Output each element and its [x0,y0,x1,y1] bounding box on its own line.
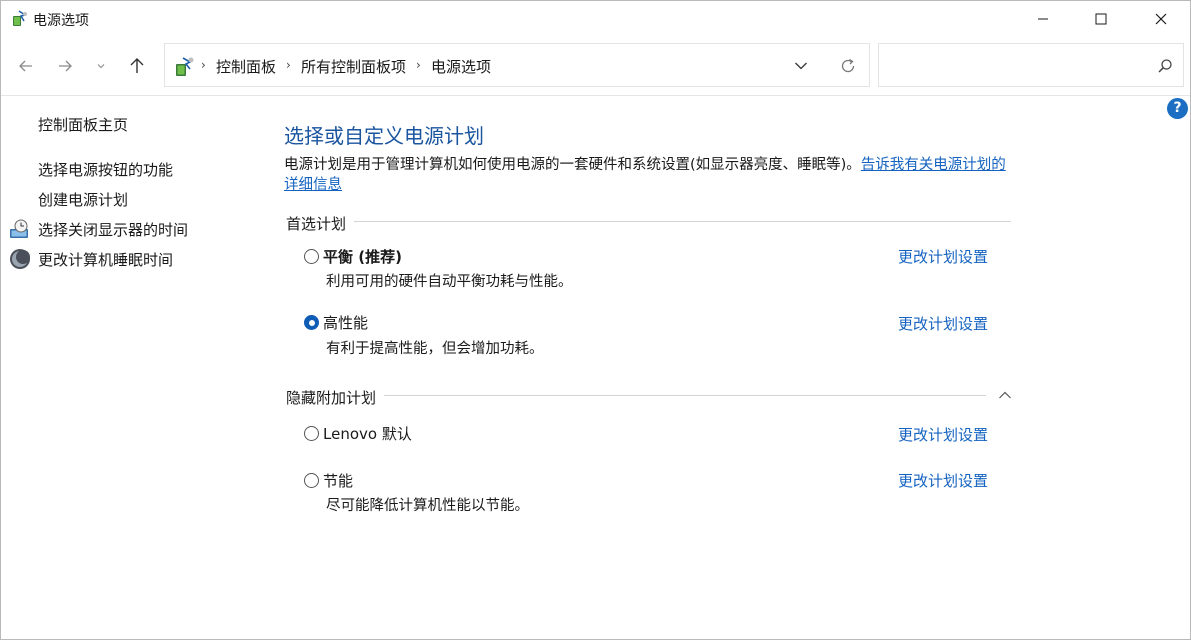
power-options-window: 电源选项 › 控制面板 › 所有控制面板项 › 电源选项 ? 控制面板主页 选择… [0,0,1191,640]
title-bar: 电源选项 [1,1,1190,37]
change-plan-settings-balanced[interactable]: 更改计划设置 [898,246,988,267]
change-plan-settings-power-saver[interactable]: 更改计划设置 [898,470,988,491]
moon-icon [10,249,30,269]
refresh-icon [841,58,855,73]
plan-description-power-saver: 尽可能降低计算机性能以节能。 [326,498,529,514]
sidebar-item-display-off[interactable]: 选择关闭显示器的时间 [38,219,188,240]
plan-name-lenovo-default[interactable]: Lenovo 默认 [323,423,412,444]
window-title: 电源选项 [33,13,89,29]
chevron-down-icon [795,62,807,70]
section-divider [286,221,1011,222]
breadcrumb-power-options[interactable]: 电源选项 [431,56,491,77]
breadcrumb-control-panel[interactable]: 控制面板 [216,56,276,77]
plan-description-high-performance: 有利于提高性能，但会增加功耗。 [326,341,544,357]
toolbar-divider [1,95,1190,96]
close-icon [1155,13,1167,25]
minimize-icon [1038,18,1048,20]
plan-radio-high-performance[interactable] [304,315,319,330]
hidden-plans-heading: 隐藏附加计划 [286,387,385,408]
arrow-right-icon [59,60,72,72]
search-icon [1158,59,1172,73]
control-panel-icon [176,57,194,76]
collapse-hidden-plans-button[interactable] [997,388,1013,402]
minimize-button[interactable] [1014,1,1072,37]
sidebar-item-power-buttons[interactable]: 选择电源按钮的功能 [38,159,173,180]
refresh-button[interactable] [837,55,859,77]
plan-name-power-saver[interactable]: 节能 [323,470,353,491]
plan-radio-power-saver[interactable] [304,473,319,488]
chevron-up-icon [999,391,1011,399]
sidebar-item-sleep-time[interactable]: 更改计算机睡眠时间 [38,249,173,270]
plan-radio-balanced[interactable] [304,249,319,264]
sidebar-item-create-plan[interactable]: 创建电源计划 [38,189,128,210]
maximize-button[interactable] [1072,1,1130,37]
recent-locations-button[interactable] [91,53,111,79]
page-title: 选择或自定义电源计划 [284,124,484,148]
address-bar[interactable]: › 控制面板 › 所有控制面板项 › 电源选项 [164,43,870,87]
power-options-icon [13,10,27,26]
address-history-button[interactable] [791,57,811,75]
navigation-bar: › 控制面板 › 所有控制面板项 › 电源选项 [1,41,1190,89]
section-divider [286,395,986,396]
change-plan-settings-lenovo-default[interactable]: 更改计划设置 [898,424,988,445]
arrow-left-icon [19,60,32,72]
sidebar-home-link[interactable]: 控制面板主页 [38,114,128,135]
back-button[interactable] [13,53,39,79]
display-clock-icon [10,219,28,238]
preferred-plans-heading: 首选计划 [286,213,355,234]
plan-radio-lenovo-default[interactable] [304,426,319,441]
search-input[interactable] [878,43,1184,87]
plan-description-balanced: 利用可用的硬件自动平衡功耗与性能。 [326,274,573,290]
breadcrumb-all-items[interactable]: 所有控制面板项 [301,56,406,77]
breadcrumb-separator: › [201,58,206,72]
close-button[interactable] [1132,1,1190,37]
breadcrumb-separator: › [286,58,291,72]
help-button[interactable]: ? [1167,98,1188,119]
change-plan-settings-high-performance[interactable]: 更改计划设置 [898,313,988,334]
description-text: 电源计划是用于管理计算机如何使用电源的一套硬件和系统设置(如显示器亮度、睡眠等)… [284,157,861,173]
forward-button[interactable] [52,53,78,79]
chevron-down-icon [97,64,105,69]
plan-name-high-performance[interactable]: 高性能 [323,312,368,333]
page-description: 电源计划是用于管理计算机如何使用电源的一套硬件和系统设置(如显示器亮度、睡眠等)… [284,155,1014,195]
up-button[interactable] [124,53,150,79]
plan-name-balanced[interactable]: 平衡 (推荐) [323,246,402,267]
arrow-up-icon [130,58,144,73]
breadcrumb-separator: › [416,58,421,72]
maximize-icon [1095,13,1107,25]
